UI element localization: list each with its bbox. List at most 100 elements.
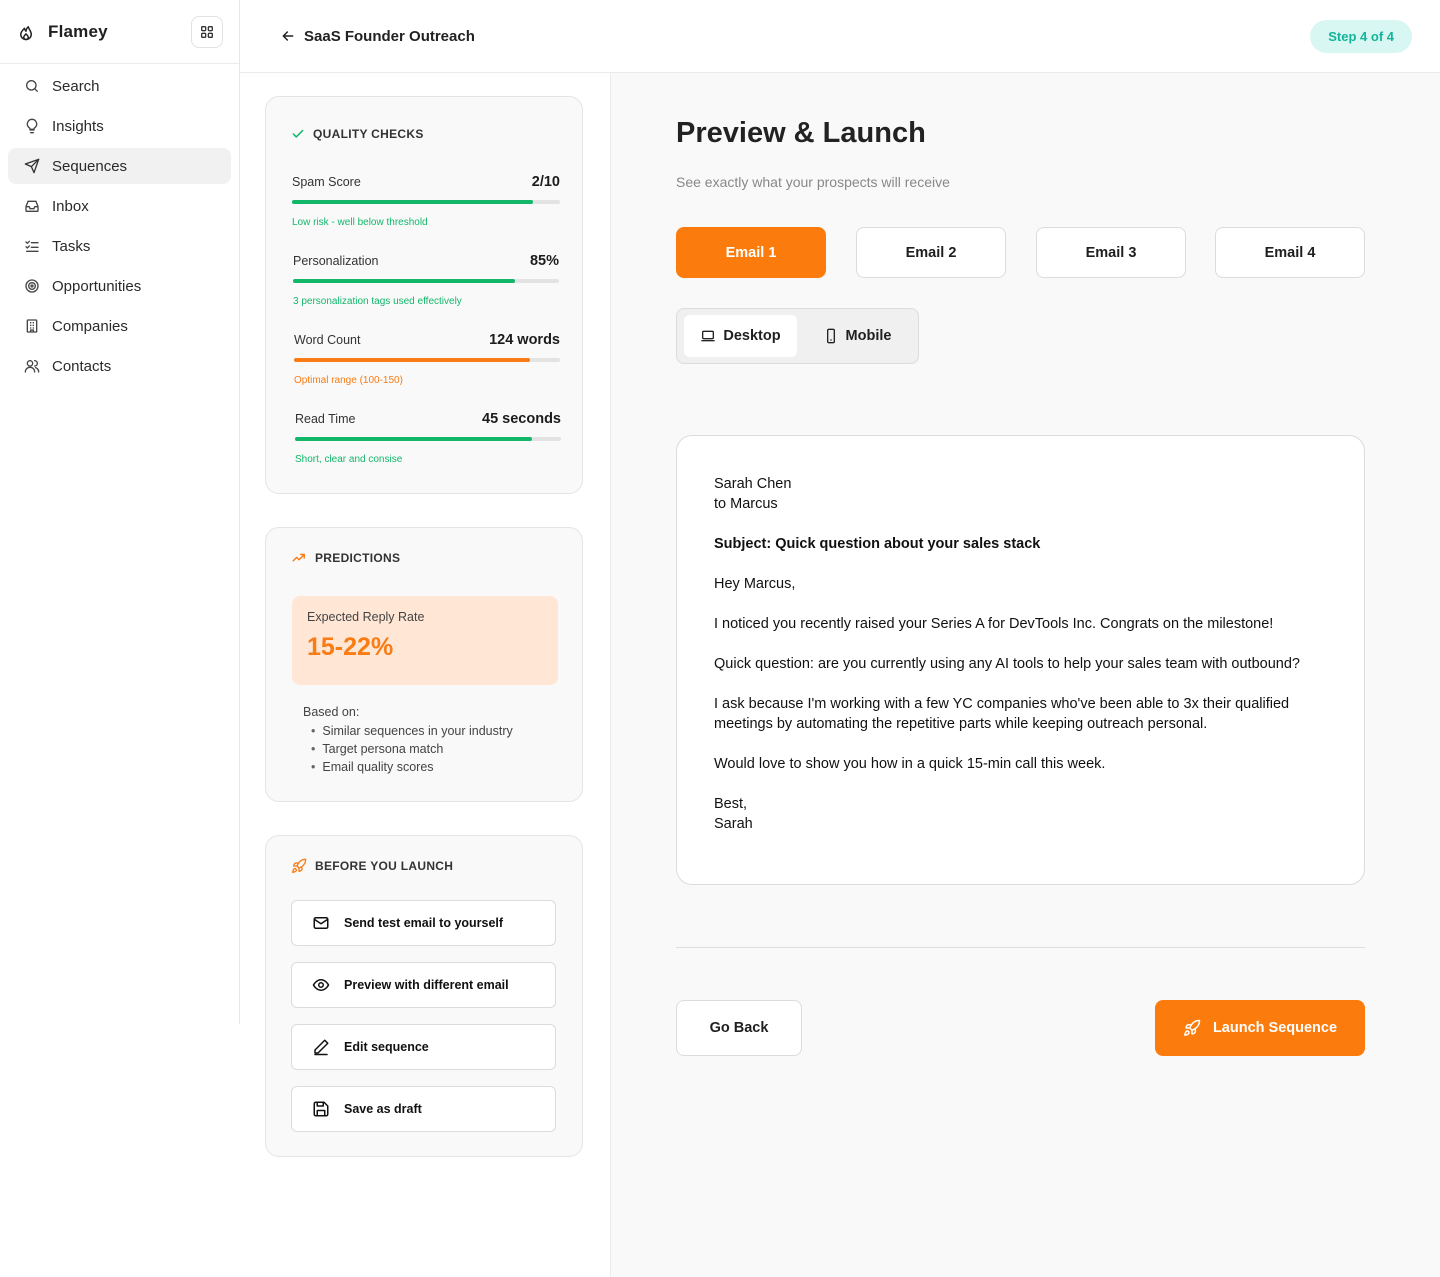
- predictions-title: PREDICTIONS: [315, 551, 401, 565]
- tab-email-1[interactable]: Email 1: [676, 227, 826, 278]
- sidebar-nav: Search Insights Sequences Inbox Tasks Op…: [0, 68, 239, 384]
- progress-bar: [293, 279, 559, 283]
- sidebar-item-tasks[interactable]: Tasks: [8, 228, 231, 264]
- sidebar-item-label: Sequences: [52, 157, 128, 175]
- mobile-view-button[interactable]: Mobile: [807, 315, 907, 357]
- sidebar-item-sequences[interactable]: Sequences: [8, 148, 231, 184]
- desktop-view-button[interactable]: Desktop: [684, 315, 797, 357]
- metric-word-count: Word Count 124 words Optimal range (100-1…: [294, 332, 560, 386]
- expected-reply-rate-box: Expected Reply Rate 15-22%: [292, 596, 558, 685]
- metric-value: 2/10: [531, 174, 560, 190]
- left-panel: QUALITY CHECKS Spam Score 2/10 Low risk -…: [240, 73, 611, 1277]
- based-on-label: Based on:: [303, 705, 360, 719]
- sequence-title: SaaS Founder Outreach: [304, 27, 475, 45]
- metric-label: Read Time: [295, 412, 356, 426]
- sidebar-item-label: Companies: [52, 317, 128, 335]
- email-paragraph: Quick question: are you currently using …: [714, 656, 1300, 672]
- mail-icon: [312, 914, 330, 932]
- flame-icon: [16, 22, 36, 42]
- progress-bar: [294, 358, 560, 362]
- button-label: Send test email to yourself: [344, 916, 504, 930]
- page-subtitle: See exactly what your prospects will rec…: [676, 174, 950, 190]
- back-to-sequence-link[interactable]: SaaS Founder Outreach: [280, 28, 475, 45]
- search-icon: [24, 78, 40, 94]
- grid-icon: [201, 25, 213, 38]
- metric-note: 3 personalization tags used effectively: [293, 296, 462, 307]
- inbox-icon: [24, 198, 40, 214]
- go-back-button[interactable]: Go Back: [676, 1000, 802, 1056]
- sidebar-item-search[interactable]: Search: [8, 68, 231, 104]
- users-icon: [24, 358, 40, 374]
- sidebar-item-label: Search: [52, 77, 100, 95]
- quality-checks-title: QUALITY CHECKS: [313, 127, 424, 141]
- sidebar-item-contacts[interactable]: Contacts: [8, 348, 231, 384]
- save-draft-button[interactable]: Save as draft: [291, 1086, 556, 1132]
- progress-fill: [293, 279, 515, 283]
- email-paragraph: I noticed you recently raised your Serie…: [714, 616, 1274, 632]
- launch-sequence-button[interactable]: Launch Sequence: [1155, 1000, 1365, 1056]
- smartphone-icon: [823, 328, 839, 344]
- metric-value: 85%: [529, 253, 559, 269]
- arrow-left-icon: [280, 28, 296, 44]
- progress-bar: [292, 200, 560, 204]
- email-signoff: Best,: [714, 796, 748, 812]
- sidebar: Flamey Search Insights Sequences Inbox T…: [0, 0, 240, 1024]
- check-icon: [291, 127, 305, 141]
- app-name: Flamey: [48, 21, 108, 41]
- before-launch-card: BEFORE YOU LAUNCH Send test email to you…: [265, 835, 583, 1157]
- tasks-icon: [24, 238, 40, 254]
- button-label: Preview with different email: [344, 978, 509, 992]
- progress-fill: [295, 437, 532, 441]
- trending-up-icon: [291, 551, 307, 565]
- reply-rate-label: Expected Reply Rate: [307, 610, 425, 624]
- toggle-label: Mobile: [845, 328, 892, 344]
- quality-checks-card: QUALITY CHECKS Spam Score 2/10 Low risk -…: [265, 96, 583, 494]
- view-toggle: Desktop Mobile: [676, 308, 919, 364]
- divider: [676, 947, 1365, 948]
- button-label: Save as draft: [344, 1102, 422, 1116]
- sidebar-item-label: Contacts: [52, 357, 112, 375]
- main-content: Preview & Launch See exactly what your p…: [611, 73, 1440, 1277]
- metric-read-time: Read Time 45 seconds Short, clear and con…: [295, 411, 561, 465]
- send-icon: [24, 158, 40, 174]
- email-sender: Sarah Chen: [714, 476, 792, 492]
- sidebar-item-inbox[interactable]: Inbox: [8, 188, 231, 224]
- based-on-list: Based on: Similar sequences in your indu…: [303, 705, 513, 778]
- metric-note: Optimal range (100-150): [294, 375, 403, 386]
- target-icon: [24, 278, 40, 294]
- sidebar-item-companies[interactable]: Companies: [8, 308, 231, 344]
- metric-label: Word Count: [294, 333, 361, 347]
- sidebar-item-insights[interactable]: Insights: [8, 108, 231, 144]
- reply-rate-value: 15-22%: [307, 633, 394, 661]
- sidebar-item-opportunities[interactable]: Opportunities: [8, 268, 231, 304]
- metric-note: Low risk - well below threshold: [292, 217, 428, 228]
- building-icon: [24, 318, 40, 334]
- sidebar-item-label: Insights: [52, 117, 104, 135]
- list-item: Target persona match: [311, 742, 513, 756]
- rocket-icon: [1183, 1019, 1201, 1037]
- eye-icon: [312, 976, 330, 994]
- sidebar-item-label: Opportunities: [52, 277, 142, 295]
- predictions-card: PREDICTIONS Expected Reply Rate 15-22% B…: [265, 527, 583, 802]
- list-item: Email quality scores: [311, 760, 513, 774]
- email-preview: Sarah Chen to Marcus Subject: Quick ques…: [676, 435, 1365, 885]
- apps-grid-button[interactable]: [191, 15, 223, 48]
- tab-email-3[interactable]: Email 3: [1036, 227, 1186, 278]
- quality-checks-header: QUALITY CHECKS: [291, 127, 424, 141]
- brand-header: Flamey: [0, 0, 239, 64]
- email-greeting: Hey Marcus,: [714, 576, 796, 592]
- toggle-label: Desktop: [723, 328, 781, 344]
- tab-email-2[interactable]: Email 2: [856, 227, 1006, 278]
- email-paragraph: Would love to show you how in a quick 15…: [714, 756, 1106, 772]
- preview-different-email-button[interactable]: Preview with different email: [291, 962, 556, 1008]
- sidebar-item-label: Tasks: [52, 237, 91, 255]
- tab-email-4[interactable]: Email 4: [1215, 227, 1365, 278]
- lightbulb-icon: [24, 118, 40, 134]
- metric-value: 45 seconds: [482, 411, 561, 427]
- progress-bar: [295, 437, 561, 441]
- rocket-icon: [291, 858, 307, 874]
- metric-value: 124 words: [489, 332, 560, 348]
- edit-sequence-button[interactable]: Edit sequence: [291, 1024, 556, 1070]
- send-test-email-button[interactable]: Send test email to yourself: [291, 900, 556, 946]
- list-item: Similar sequences in your industry: [311, 724, 512, 738]
